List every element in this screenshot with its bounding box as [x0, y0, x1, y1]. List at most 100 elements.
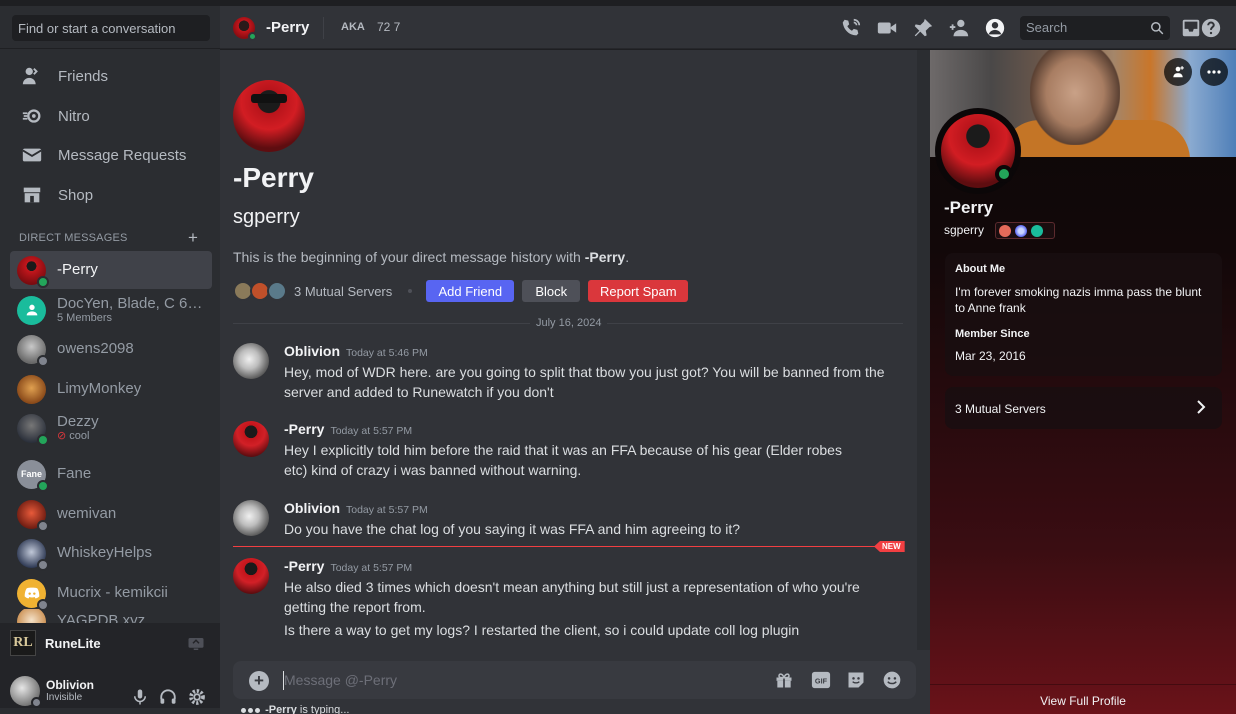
group-avatar	[17, 295, 46, 325]
server-icon	[267, 281, 287, 301]
pin-icon[interactable]	[912, 17, 934, 39]
chat-scrollbar[interactable]	[917, 50, 930, 650]
sidebar-item-message-requests[interactable]: Message Requests	[10, 136, 212, 174]
avatar	[17, 413, 49, 446]
message-author[interactable]: Oblivion	[284, 500, 340, 516]
aka-label: AKA	[341, 21, 365, 33]
dm-item-perry[interactable]: -Perry	[10, 251, 212, 289]
new-messages-divider	[233, 546, 888, 547]
microphone-icon[interactable]	[131, 688, 149, 711]
intro-username: sgperry	[233, 206, 300, 228]
message-input[interactable]: Message @-Perry	[284, 672, 397, 688]
report-spam-button[interactable]: Report Spam	[588, 280, 689, 302]
status-offline-icon	[37, 519, 49, 532]
typing-dot-icon	[248, 707, 253, 713]
gif-icon[interactable]: GIF	[810, 670, 832, 695]
group-icon	[26, 304, 37, 316]
status-offline-icon	[37, 354, 49, 367]
dm-item-dezzy[interactable]: Dezzy ⊘ cool	[10, 409, 212, 447]
user-profile-icon[interactable]	[984, 17, 1006, 39]
dm-name: DocYen, Blade, C 678, ...	[57, 296, 207, 312]
banner-image-part	[1030, 50, 1120, 145]
add-friend-profile-button[interactable]	[1164, 58, 1192, 86]
sidebar-item-shop[interactable]: Shop	[10, 176, 212, 214]
view-full-profile-button[interactable]: View Full Profile	[930, 694, 1236, 708]
message-author[interactable]: -Perry	[284, 558, 324, 574]
header-username[interactable]: -Perry	[266, 19, 309, 36]
boost-badge-icon[interactable]	[1015, 224, 1027, 237]
profile-about-card: About Me I'm forever smoking nazis imma …	[945, 253, 1222, 376]
sidebar-divider	[0, 48, 220, 49]
nitro-icon	[20, 104, 44, 128]
sidebar-item-label: Friends	[58, 67, 109, 85]
runelite-logo: RL	[10, 630, 36, 656]
header-divider	[323, 17, 324, 39]
create-dm-button[interactable]: +	[188, 228, 198, 248]
message-author[interactable]: Oblivion	[284, 343, 340, 359]
upload-plus-button[interactable]: +	[249, 671, 269, 691]
shop-icon	[20, 183, 44, 207]
add-friends-to-dm-icon[interactable]	[948, 17, 970, 39]
discord-logo-icon	[24, 587, 39, 599]
message-timestamp: Today at 5:57 PM	[330, 562, 413, 574]
profile-display-name: -Perry	[944, 198, 994, 217]
member-since-date: Mar 23, 2016	[955, 349, 1026, 363]
sticker-icon[interactable]	[846, 670, 866, 695]
message-avatar[interactable]	[233, 343, 269, 379]
nitro-badge-icon[interactable]	[999, 224, 1011, 237]
mutual-servers-link[interactable]: 3 Mutual Servers	[294, 284, 392, 299]
typing-dot-icon	[255, 707, 260, 713]
dm-item-owens2098[interactable]: owens2098	[10, 330, 212, 368]
dm-item-wemivan[interactable]: wemivan	[10, 495, 212, 533]
block-button[interactable]: Block	[522, 280, 581, 302]
hashtag-badge-icon[interactable]	[1031, 224, 1043, 237]
dm-name: Dezzy	[57, 414, 99, 430]
profile-badges	[995, 222, 1055, 239]
settings-gear-icon[interactable]	[188, 688, 206, 711]
current-user[interactable]: Oblivion Invisible	[10, 676, 94, 708]
add-friend-icon	[1173, 66, 1184, 78]
profile-mutual-servers[interactable]: 3 Mutual Servers	[945, 387, 1222, 429]
new-messages-badge: NEW	[874, 541, 905, 552]
sidebar-item-label: Shop	[58, 186, 94, 204]
add-friend-button[interactable]: Add Friend	[426, 280, 515, 302]
dm-item-mucrix[interactable]: Mucrix - kemikcii	[10, 574, 212, 612]
gift-icon[interactable]	[774, 670, 794, 695]
message-avatar[interactable]	[233, 500, 269, 536]
avatar	[17, 255, 49, 288]
message-text: Hey I explicitly told him before the rai…	[284, 442, 842, 478]
search-input[interactable]: Search	[1020, 16, 1170, 40]
message-author[interactable]: -Perry	[284, 421, 324, 437]
find-conversation-input[interactable]: Find or start a conversation	[12, 15, 210, 41]
member-since-label: Member Since	[955, 328, 1030, 340]
voice-call-icon[interactable]	[840, 17, 862, 39]
message-text: He also died 3 times which doesn't mean …	[284, 579, 860, 615]
dm-item-whiskeyhelps[interactable]: WhiskeyHelps	[10, 534, 212, 572]
emoji-icon[interactable]	[882, 670, 902, 695]
video-call-icon[interactable]	[876, 17, 898, 39]
friends-icon	[20, 64, 44, 88]
activity-runelite[interactable]: RL RuneLite	[10, 630, 101, 656]
avatar	[17, 499, 49, 532]
help-icon[interactable]	[1200, 17, 1222, 39]
search-icon	[1150, 21, 1164, 38]
message-text: Is there a way to get my logs? I restart…	[284, 622, 800, 638]
headphones-icon[interactable]	[159, 688, 177, 711]
inbox-icon[interactable]	[1180, 17, 1202, 39]
dm-name: wemivan	[57, 506, 117, 522]
avatar	[17, 578, 49, 611]
sidebar-item-label: Message Requests	[58, 146, 187, 164]
aka-nickname: 72 7	[377, 20, 401, 34]
sidebar-item-friends[interactable]: Friends	[10, 57, 212, 95]
screen-share-icon[interactable]	[187, 636, 205, 657]
dm-item-fane[interactable]: Fane Fane	[10, 455, 212, 493]
sidebar-item-nitro[interactable]: Nitro	[10, 97, 212, 135]
message-avatar[interactable]	[233, 421, 269, 457]
custom-status-icon: ⊘	[57, 430, 70, 442]
dm-name: Mucrix - kemikcii	[57, 585, 168, 601]
message-timestamp: Today at 5:46 PM	[346, 347, 428, 359]
message-avatar[interactable]	[233, 558, 269, 594]
dm-item-limymonkey[interactable]: LimyMonkey	[10, 370, 212, 408]
more-options-button[interactable]	[1200, 58, 1228, 86]
dm-item-group[interactable]: DocYen, Blade, C 678, ... 5 Members	[10, 291, 212, 329]
